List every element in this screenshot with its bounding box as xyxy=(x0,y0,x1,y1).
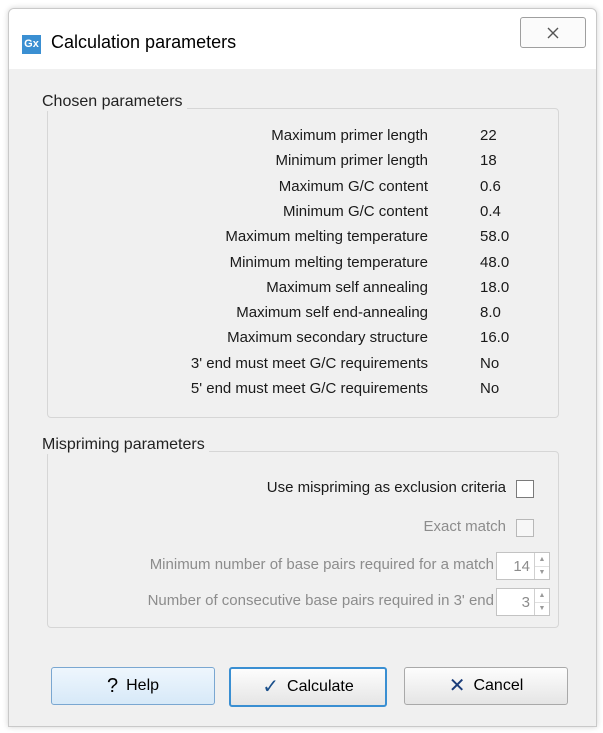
calculate-button[interactable]: ✓ Calculate xyxy=(229,667,387,707)
calculate-button-label: Calculate xyxy=(287,678,354,695)
parameter-value: No xyxy=(480,380,500,397)
window-title: Calculation parameters xyxy=(51,32,237,52)
cancel-x-icon: ✕ xyxy=(448,675,466,697)
parameter-row: Maximum melting temperature 58.0 xyxy=(48,228,558,250)
dialog-window: Gx Calculation parameters Chosen paramet… xyxy=(8,8,597,727)
parameter-label: Maximum melting temperature xyxy=(225,228,428,246)
parameter-value: 22 xyxy=(480,127,497,144)
close-button[interactable] xyxy=(520,17,586,48)
parameter-row: Maximum secondary structure 16.0 xyxy=(48,329,558,351)
help-button-label: Help xyxy=(126,677,160,694)
parameter-label: 3' end must meet G/C requirements xyxy=(190,354,428,372)
parameter-row: Maximum self annealing 18.0 xyxy=(48,279,558,301)
parameter-row: Maximum self end-annealing 8.0 xyxy=(48,304,558,326)
use-mispriming-label: Use mispriming as exclusion criteria xyxy=(266,479,506,496)
parameter-label: Minimum primer length xyxy=(275,152,428,170)
parameter-row: Minimum melting temperature 48.0 xyxy=(48,254,558,276)
mispriming-parameters-group: Mispriming parameters Use mispriming as … xyxy=(38,436,559,628)
consecutive-pairs-value: 3 xyxy=(521,593,530,611)
parameter-row: Maximum G/C content 0.6 xyxy=(48,178,558,200)
title-bar: Gx Calculation parameters xyxy=(9,9,596,69)
parameter-value: 16.0 xyxy=(480,329,510,347)
parameter-label: Maximum self end-annealing xyxy=(236,304,428,322)
cancel-button-label: Cancel xyxy=(473,677,524,694)
spinner-up-icon[interactable]: ▲ xyxy=(535,553,549,567)
chosen-parameters-group: Chosen parameters Maximum primer length 2… xyxy=(38,93,559,418)
parameter-value: 18.0 xyxy=(480,278,510,296)
parameter-label: 5' end must meet G/C requirements xyxy=(190,380,428,397)
parameter-row: 5' end must meet G/C requirements No xyxy=(48,380,558,402)
question-icon: ? xyxy=(106,675,119,697)
parameter-label: Minimum G/C content xyxy=(282,202,428,220)
consecutive-pairs-label: Number of consecutive base pairs require… xyxy=(147,592,494,609)
exact-match-label: Exact match xyxy=(423,518,506,535)
parameter-row: Maximum primer length 22 xyxy=(48,127,558,149)
parameter-row: 3' end must meet G/C requirements No xyxy=(48,355,558,377)
parameter-value: 58.0 xyxy=(480,228,510,246)
parameter-label: Maximum G/C content xyxy=(278,177,428,195)
parameter-label: Maximum primer length xyxy=(271,127,428,144)
spinner-down-icon[interactable]: ▼ xyxy=(535,567,549,580)
mispriming-parameters-title: Mispriming parameters xyxy=(38,436,209,454)
parameter-value: 0.4 xyxy=(480,202,501,220)
spinner-up-icon[interactable]: ▲ xyxy=(535,589,549,603)
help-button[interactable]: ? Help xyxy=(51,667,215,705)
parameter-label: Minimum melting temperature xyxy=(229,253,428,271)
parameter-value: 0.6 xyxy=(480,177,501,195)
parameter-row: Minimum G/C content 0.4 xyxy=(48,203,558,225)
spinner-down-icon[interactable]: ▼ xyxy=(535,603,549,616)
parameter-value: 8.0 xyxy=(480,304,501,322)
parameter-label: Maximum self annealing xyxy=(266,278,428,296)
min-pairs-label: Minimum number of base pairs required fo… xyxy=(149,556,494,573)
min-pairs-value: 14 xyxy=(513,557,530,575)
min-pairs-spinner[interactable]: 14 ▲ ▼ xyxy=(496,552,550,580)
chosen-parameters-title: Chosen parameters xyxy=(38,93,187,111)
exact-match-checkbox[interactable] xyxy=(516,519,534,537)
app-logo-icon: Gx xyxy=(22,35,41,54)
checkmark-icon: ✓ xyxy=(262,676,280,698)
parameter-value: 18 xyxy=(480,152,497,170)
parameter-row: Minimum primer length 18 xyxy=(48,152,558,174)
cancel-button[interactable]: ✕ Cancel xyxy=(404,667,568,705)
use-mispriming-checkbox[interactable] xyxy=(516,480,534,498)
parameter-value: No xyxy=(480,354,500,372)
parameter-label: Maximum secondary structure xyxy=(227,329,428,347)
close-icon xyxy=(547,27,559,38)
parameter-value: 48.0 xyxy=(480,253,510,271)
consecutive-pairs-spinner[interactable]: 3 ▲ ▼ xyxy=(496,588,550,616)
